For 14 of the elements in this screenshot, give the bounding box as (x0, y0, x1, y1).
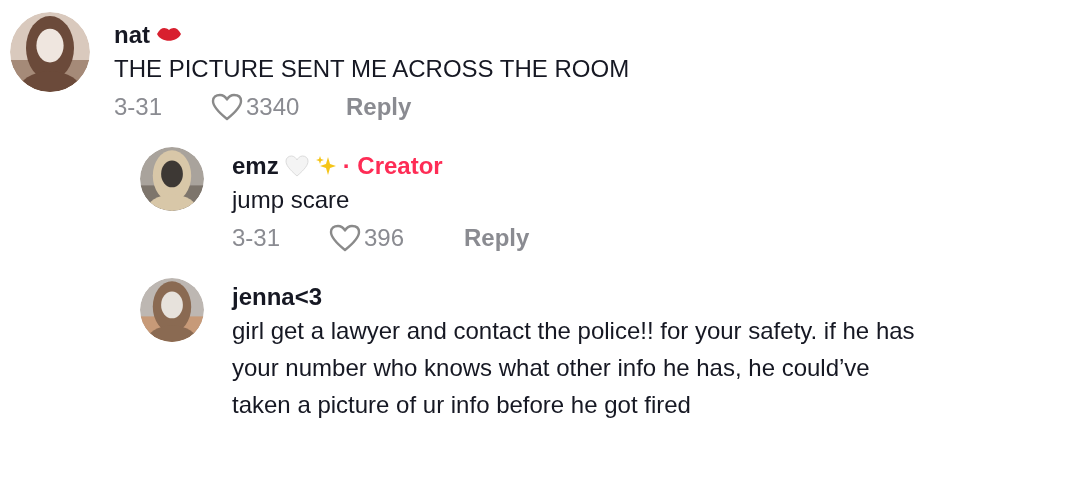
comment-text: jump scare (232, 185, 351, 215)
username[interactable]: emz (232, 151, 279, 181)
username[interactable]: nat (114, 20, 150, 50)
comment-date: 3-31 (114, 92, 164, 122)
username[interactable]: jenna<3 (232, 282, 323, 312)
like-icon[interactable] (210, 92, 244, 122)
comment-text: THE PICTURE SENT ME ACROSS THE ROOM (114, 54, 630, 84)
creator-label: · Creator (342, 151, 443, 181)
like-icon[interactable] (328, 223, 362, 253)
like-count: 396 (364, 223, 406, 253)
comment-date: 3-31 (232, 223, 282, 253)
comment-text: girl get a lawyer and contact the police!! for your safety. if he has your number who knows what other info he has, he could’ve taken a picture of ur info before he got fired (232, 316, 915, 420)
like-count: 3340 (246, 92, 301, 122)
heart-icon (284, 155, 309, 177)
